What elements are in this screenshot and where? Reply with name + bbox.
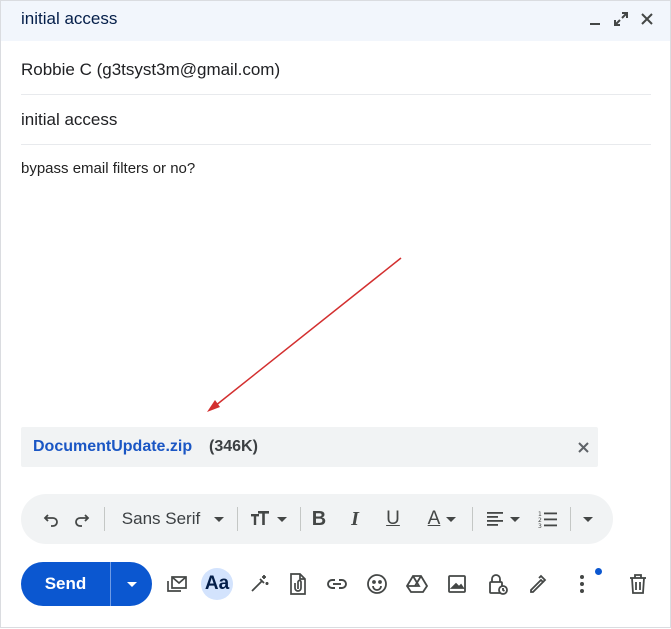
- recipient-chip[interactable]: Robbie C (g3tsyst3m@gmail.com): [21, 60, 280, 80]
- notification-dot: [595, 568, 602, 575]
- font-family-label: Sans Serif: [121, 509, 201, 528]
- more-formatting-icon[interactable]: [578, 494, 598, 544]
- attachment-chip[interactable]: DocumentUpdate.zip (346K): [21, 427, 598, 467]
- formatting-toolbar: Sans Serif B I U A 1 2 3: [21, 494, 613, 544]
- google-drive-icon[interactable]: [401, 568, 433, 600]
- emoji-icon[interactable]: [361, 568, 393, 600]
- chevron-down-icon: [214, 516, 225, 522]
- formatting-icon[interactable]: Aa: [201, 568, 233, 600]
- text-size-icon[interactable]: [245, 494, 291, 544]
- insert-photo-icon[interactable]: [441, 568, 473, 600]
- window-controls: [586, 9, 656, 29]
- confidential-mail-icon[interactable]: [161, 568, 193, 600]
- expand-icon[interactable]: [612, 9, 630, 29]
- insert-link-icon[interactable]: [321, 568, 353, 600]
- signature-icon[interactable]: [521, 568, 553, 600]
- help-me-write-icon[interactable]: [243, 568, 275, 600]
- send-button-group: Send: [21, 562, 152, 606]
- close-icon[interactable]: [638, 9, 656, 29]
- attach-file-icon[interactable]: [282, 568, 314, 600]
- compose-header: initial access: [1, 1, 670, 41]
- bold-icon[interactable]: B: [307, 494, 331, 544]
- message-body[interactable]: bypass email filters or no?: [21, 160, 195, 177]
- minimize-icon[interactable]: [586, 9, 604, 29]
- lock-icon[interactable]: [482, 568, 514, 600]
- redo-icon[interactable]: [70, 494, 94, 544]
- send-button[interactable]: Send: [21, 562, 110, 606]
- compose-title: initial access: [21, 9, 118, 28]
- send-options-icon[interactable]: [111, 562, 152, 606]
- discard-icon[interactable]: [622, 568, 654, 600]
- attachment-name[interactable]: DocumentUpdate.zip: [33, 438, 192, 456]
- compose-window: initial access Robbie C (g3tsyst3m@gmail…: [0, 0, 671, 628]
- align-icon[interactable]: [480, 494, 526, 544]
- remove-attachment-icon[interactable]: [574, 438, 592, 456]
- more-options-icon[interactable]: [566, 568, 598, 600]
- underline-icon[interactable]: U: [381, 494, 405, 544]
- subject-field[interactable]: initial access: [21, 95, 651, 145]
- attachment-size: (346K): [209, 438, 258, 455]
- svg-text:3: 3: [538, 523, 542, 528]
- font-family-select[interactable]: Sans Serif: [113, 494, 233, 544]
- numbered-list-icon[interactable]: 123: [534, 494, 562, 544]
- text-color-icon[interactable]: A: [421, 494, 463, 544]
- to-field[interactable]: Robbie C (g3tsyst3m@gmail.com): [21, 45, 651, 95]
- subject-text: initial access: [21, 110, 118, 129]
- italic-icon[interactable]: I: [343, 494, 367, 544]
- undo-icon[interactable]: [39, 494, 63, 544]
